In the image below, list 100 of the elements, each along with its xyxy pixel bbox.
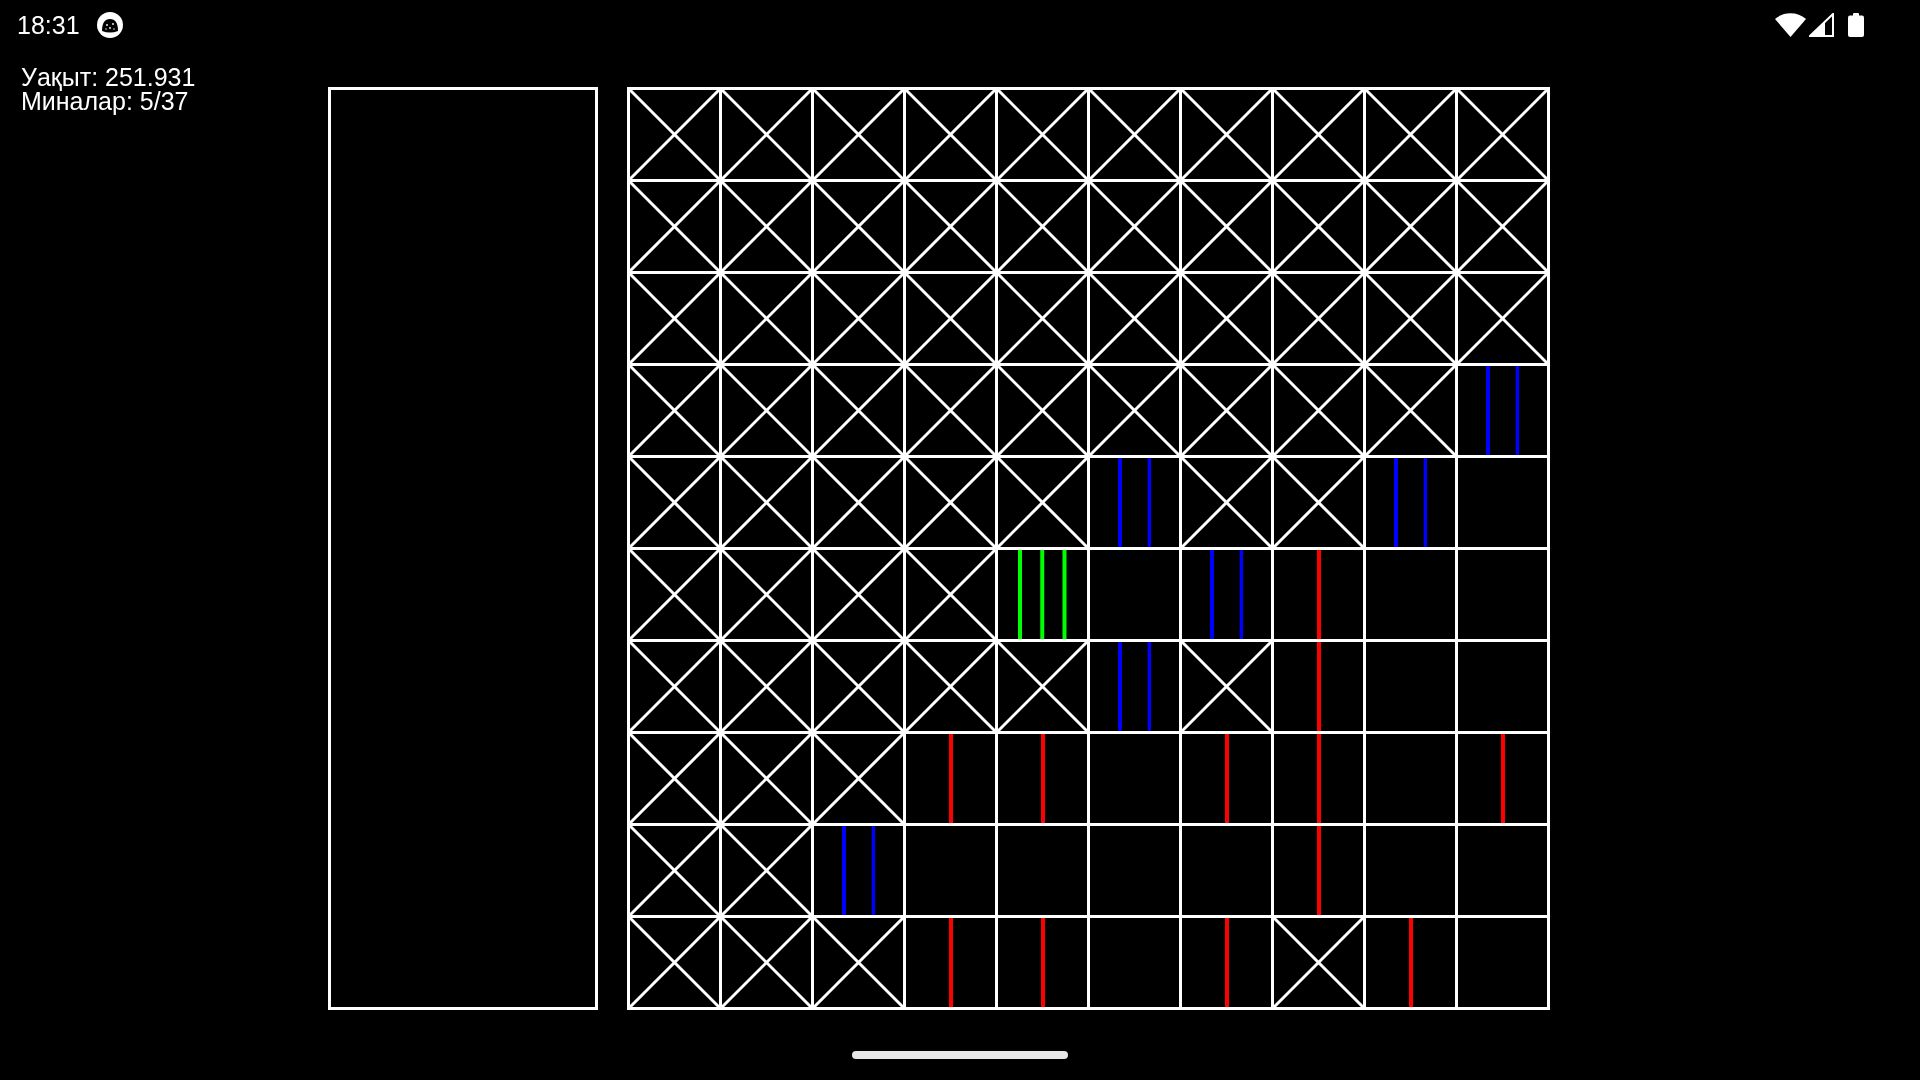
board-cell[interactable] [814, 826, 903, 915]
board-cell[interactable] [1182, 826, 1271, 915]
board-cell[interactable] [1182, 734, 1271, 823]
board-cell[interactable] [906, 182, 995, 271]
board-cell[interactable] [906, 550, 995, 639]
board-cell[interactable] [998, 458, 1087, 547]
board-cell[interactable] [1090, 918, 1179, 1007]
board-cell[interactable] [998, 274, 1087, 363]
board-cell[interactable] [630, 274, 719, 363]
board-cell[interactable] [630, 826, 719, 915]
board-cell[interactable] [1274, 918, 1363, 1007]
board-cell[interactable] [1366, 90, 1455, 179]
board-cell[interactable] [814, 918, 903, 1007]
board-cell[interactable] [1274, 366, 1363, 455]
board-cell[interactable] [722, 918, 811, 1007]
board-cell[interactable] [1366, 734, 1455, 823]
board-cell[interactable] [1090, 734, 1179, 823]
board-cell[interactable] [722, 182, 811, 271]
board-cell[interactable] [906, 274, 995, 363]
board-cell[interactable] [814, 182, 903, 271]
board-cell[interactable] [998, 918, 1087, 1007]
board-cell[interactable] [722, 550, 811, 639]
board-cell[interactable] [1090, 366, 1179, 455]
board-cell[interactable] [1182, 458, 1271, 547]
board-cell[interactable] [1366, 458, 1455, 547]
board-cell[interactable] [1458, 366, 1547, 455]
board-cell[interactable] [814, 734, 903, 823]
board-cell[interactable] [906, 918, 995, 1007]
board-cell[interactable] [1090, 182, 1179, 271]
board-cell[interactable] [1458, 550, 1547, 639]
board-cell[interactable] [1182, 182, 1271, 271]
board-cell[interactable] [722, 642, 811, 731]
board-cell[interactable] [1366, 366, 1455, 455]
board-cell[interactable] [1458, 458, 1547, 547]
board-cell[interactable] [630, 642, 719, 731]
board-cell[interactable] [1090, 826, 1179, 915]
board-cell[interactable] [1182, 90, 1271, 179]
board-cell[interactable] [906, 734, 995, 823]
board-cell[interactable] [1458, 274, 1547, 363]
board-cell[interactable] [814, 90, 903, 179]
board-cell[interactable] [1458, 734, 1547, 823]
board-cell[interactable] [1458, 826, 1547, 915]
board-cell[interactable] [1090, 550, 1179, 639]
board-cell[interactable] [906, 458, 995, 547]
board-cell[interactable] [722, 274, 811, 363]
board-cell[interactable] [814, 366, 903, 455]
board-cell[interactable] [998, 642, 1087, 731]
board-cell[interactable] [630, 366, 719, 455]
board-cell[interactable] [906, 642, 995, 731]
board-cell[interactable] [998, 182, 1087, 271]
board-cell[interactable] [1182, 918, 1271, 1007]
board-cell[interactable] [722, 826, 811, 915]
board-cell[interactable] [630, 918, 719, 1007]
board-cell[interactable] [1458, 182, 1547, 271]
board-cell[interactable] [630, 90, 719, 179]
board-cell[interactable] [1090, 642, 1179, 731]
board-cell[interactable] [1366, 826, 1455, 915]
board-cell[interactable] [1366, 550, 1455, 639]
board-cell[interactable] [906, 826, 995, 915]
board-cell[interactable] [1182, 366, 1271, 455]
board-cell[interactable] [998, 734, 1087, 823]
board-cell[interactable] [814, 458, 903, 547]
board-cell[interactable] [1274, 550, 1363, 639]
board-cell[interactable] [998, 366, 1087, 455]
board-cell[interactable] [998, 550, 1087, 639]
board-cell[interactable] [1274, 826, 1363, 915]
board-cell[interactable] [814, 642, 903, 731]
board-cell[interactable] [722, 90, 811, 179]
board-cell[interactable] [1274, 642, 1363, 731]
board-cell[interactable] [1182, 550, 1271, 639]
board-cell[interactable] [1366, 918, 1455, 1007]
board-cell[interactable] [814, 550, 903, 639]
board-cell[interactable] [1182, 274, 1271, 363]
board-cell[interactable] [998, 826, 1087, 915]
board-cell[interactable] [1274, 274, 1363, 363]
board-cell[interactable] [906, 366, 995, 455]
board-cell[interactable] [814, 274, 903, 363]
board-cell[interactable] [722, 734, 811, 823]
board-cell[interactable] [1366, 642, 1455, 731]
board-cell[interactable] [1090, 274, 1179, 363]
board-cell[interactable] [1366, 182, 1455, 271]
board-cell[interactable] [1090, 90, 1179, 179]
board-cell[interactable] [1274, 458, 1363, 547]
board-cell[interactable] [1458, 918, 1547, 1007]
board-cell[interactable] [1274, 90, 1363, 179]
board-cell[interactable] [1090, 458, 1179, 547]
board-cell[interactable] [630, 734, 719, 823]
board-cell[interactable] [630, 550, 719, 639]
board-cell[interactable] [722, 458, 811, 547]
board-cell[interactable] [1458, 642, 1547, 731]
board-cell[interactable] [630, 458, 719, 547]
board-cell[interactable] [998, 90, 1087, 179]
board-cell[interactable] [1458, 90, 1547, 179]
board-cell[interactable] [906, 90, 995, 179]
board-cell[interactable] [1274, 182, 1363, 271]
board-cell[interactable] [1366, 274, 1455, 363]
board-cell[interactable] [630, 182, 719, 271]
board-cell[interactable] [1182, 642, 1271, 731]
board-cell[interactable] [722, 366, 811, 455]
board-cell[interactable] [1274, 734, 1363, 823]
